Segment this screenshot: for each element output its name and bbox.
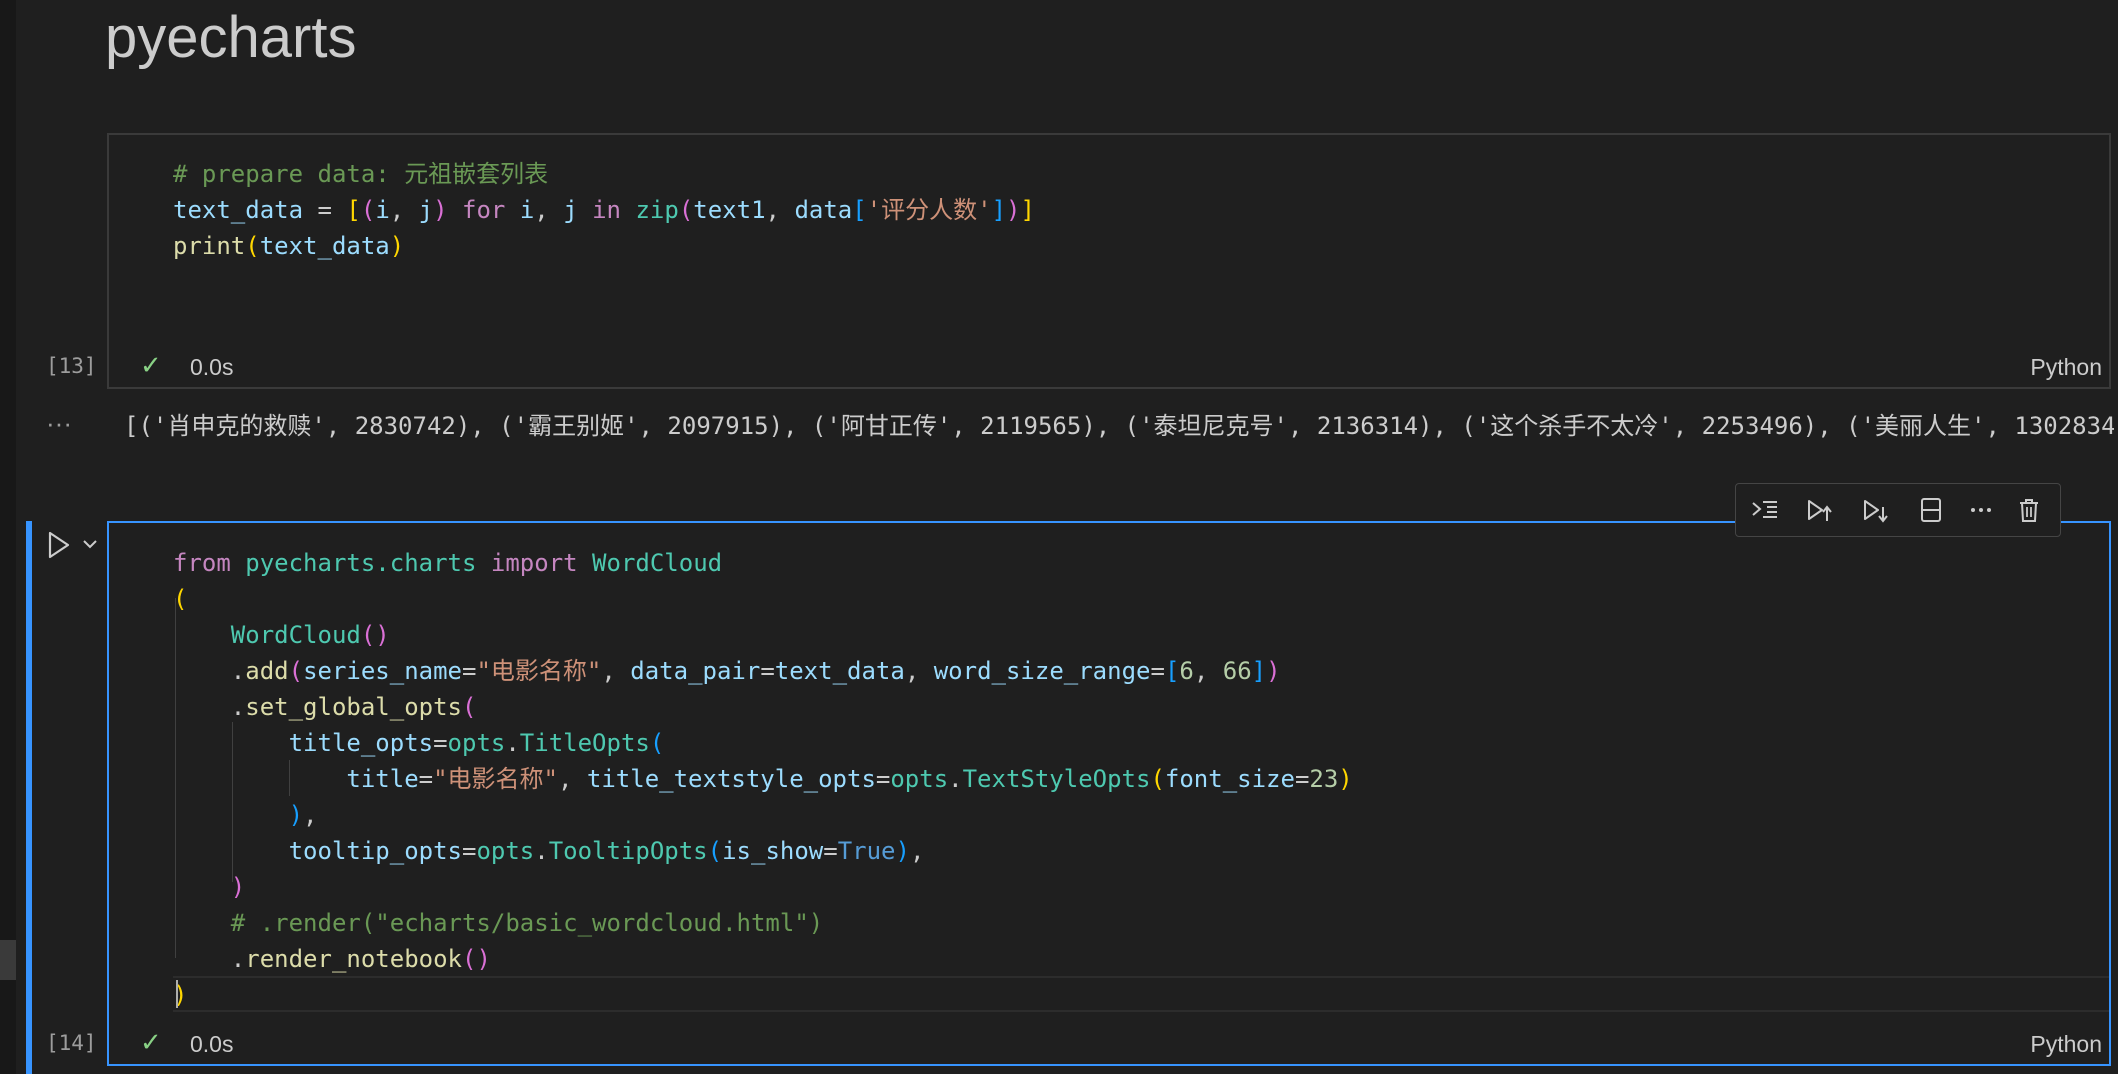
text-cursor [176,980,178,1008]
output-more-icon[interactable]: ··· [46,408,72,439]
cell-output: [('肖申克的救赎', 2830742), ('霸王别姬', 2097915),… [124,412,2114,440]
code-line: from pyecharts.charts import WordCloud [173,549,723,577]
check-icon: ✓ [140,350,162,380]
delete-icon[interactable] [2012,493,2046,527]
code-line: # .render("echarts/basic_wordcloud.html"… [173,909,824,937]
more-icon[interactable] [1964,493,1998,527]
execute-above-icon[interactable] [1802,493,1836,527]
code-line: print(text_data) [173,232,405,260]
code-line: ), [288,801,318,829]
code-line: tooltip_opts=opts.TooltipOpts(is_show=Tr… [288,837,925,865]
split-cell-icon[interactable] [1914,493,1948,527]
code-line: WordCloud() [230,621,390,649]
code-line: ( [173,585,188,613]
execution-count: [14] [46,1031,97,1055]
execution-count: [13] [46,354,97,378]
cell-language-label[interactable]: Python [2030,1031,2102,1058]
code-line: title_opts=opts.TitleOpts( [288,729,665,757]
cell-language-label[interactable]: Python [2030,354,2102,381]
left-gutter [0,0,16,1074]
code-line: # prepare data: 元祖嵌套列表 [173,160,549,188]
execution-time: 0.0s [190,1031,234,1057]
markdown-heading: pyecharts [105,5,357,70]
code-line: ) [230,873,246,901]
cell-13-editor[interactable]: # prepare data: 元祖嵌套列表 text_data = [(i, … [173,156,1035,268]
run-cell-icon[interactable] [44,528,74,562]
code-line: text_data = [(i, j) for i, j in zip(text… [173,196,1035,224]
execute-below-icon[interactable] [1858,493,1892,527]
code-line: .render_notebook() [173,945,491,973]
code-line: .add(series_name="电影名称", data_pair=text_… [173,657,1281,685]
scroll-indicator[interactable] [0,940,16,980]
current-line-highlight [173,976,2109,1012]
chevron-down-icon[interactable] [80,530,100,558]
cell-focus-indicator [26,521,32,1074]
execution-time: 0.0s [190,354,234,380]
check-icon: ✓ [140,1027,162,1057]
code-line: .set_global_opts( [173,693,477,721]
code-line: title="电影名称", title_textstyle_opts=opts.… [346,765,1353,793]
cell-14-editor[interactable]: from pyecharts.charts import WordCloud (… [173,545,1353,1009]
cell-toolbar [1735,483,2061,537]
run-by-line-icon[interactable] [1748,493,1782,527]
